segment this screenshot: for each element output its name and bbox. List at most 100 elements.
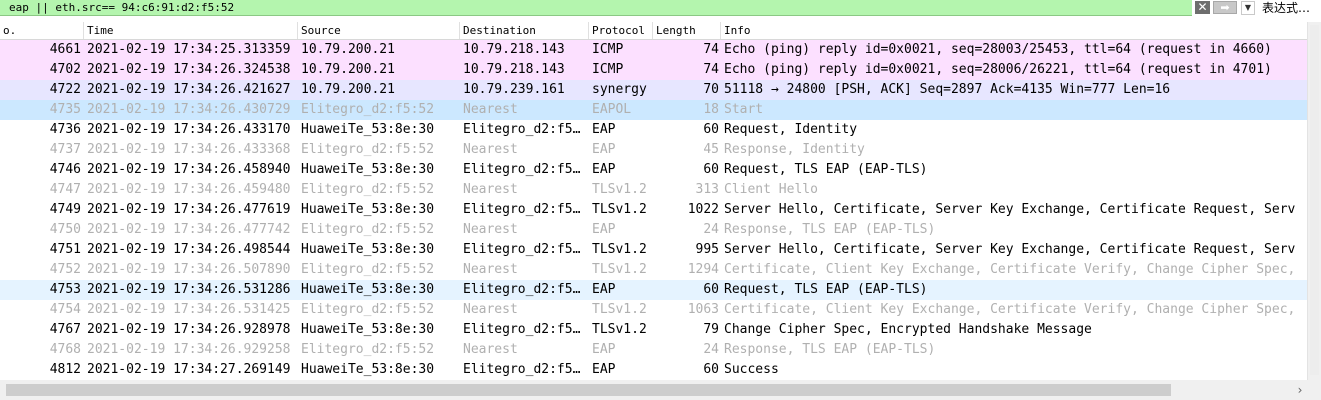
packet-no: 4702 bbox=[49, 62, 81, 77]
packet-time: 2021-02-19 17:34:26.928978 bbox=[87, 322, 291, 337]
column-header-no-label: o. bbox=[3, 24, 17, 37]
packet-row[interactable]: 4702 2021-02-19 17:34:26.324538 10.79.200.… bbox=[0, 60, 1307, 80]
column-header-info[interactable]: Info bbox=[721, 22, 1307, 39]
packet-source: HuaweiTe_53:8e:30 bbox=[301, 162, 435, 177]
packet-no: 4749 bbox=[49, 202, 81, 217]
packet-destination: Elitegro_d2:f5… bbox=[463, 202, 581, 217]
packet-length: 45 bbox=[703, 142, 719, 157]
packet-row[interactable]: 4746 2021-02-19 17:34:26.458940 HuaweiTe_5… bbox=[0, 160, 1307, 180]
packet-destination: Nearest bbox=[463, 262, 518, 277]
packet-row[interactable]: 4747 2021-02-19 17:34:26.459480 Elitegro_d… bbox=[0, 180, 1307, 200]
packet-time: 2021-02-19 17:34:26.433368 bbox=[87, 142, 291, 157]
packet-source: HuaweiTe_53:8e:30 bbox=[301, 282, 435, 297]
packet-no: 4722 bbox=[49, 82, 81, 97]
packet-destination: Elitegro_d2:f5… bbox=[463, 322, 581, 337]
packet-row[interactable]: 4812 2021-02-19 17:34:27.269149 HuaweiTe_5… bbox=[0, 360, 1307, 380]
packet-length: 60 bbox=[703, 282, 719, 297]
packet-source: 10.79.200.21 bbox=[301, 42, 395, 57]
packet-protocol: EAP bbox=[592, 142, 616, 157]
packet-no: 4768 bbox=[49, 342, 81, 357]
packet-time: 2021-02-19 17:34:26.430729 bbox=[87, 102, 291, 117]
horizontal-scrollbar-thumb[interactable] bbox=[6, 384, 1171, 396]
column-header-info-label: Info bbox=[724, 24, 751, 37]
display-filter-text[interactable]: eap || eth.src== 94:c6:91:d2:f5:52 bbox=[9, 1, 234, 15]
clear-filter-button[interactable]: ✕ bbox=[1195, 1, 1210, 14]
column-header-protocol[interactable]: Protocol bbox=[589, 22, 653, 39]
packet-protocol: TLSv1.2 bbox=[592, 182, 647, 197]
packet-info: Success bbox=[724, 362, 779, 377]
packet-length: 18 bbox=[703, 102, 719, 117]
packet-length: 70 bbox=[703, 82, 719, 97]
packet-info: 51118 → 24800 [PSH, ACK] Seq=2897 Ack=41… bbox=[724, 82, 1171, 97]
packet-source: Elitegro_d2:f5:52 bbox=[301, 222, 435, 237]
packet-source: HuaweiTe_53:8e:30 bbox=[301, 242, 435, 257]
packet-destination: Nearest bbox=[463, 222, 518, 237]
packet-source: 10.79.200.21 bbox=[301, 62, 395, 77]
scroll-right-button[interactable]: › bbox=[1292, 382, 1308, 398]
packet-length: 1022 bbox=[687, 202, 719, 217]
packet-destination: 10.79.218.143 bbox=[463, 62, 565, 77]
packet-protocol: EAP bbox=[592, 122, 616, 137]
expression-button[interactable]: 表达式… bbox=[1262, 0, 1310, 16]
packet-time: 2021-02-19 17:34:26.531286 bbox=[87, 282, 291, 297]
arrow-right-icon: ➡ bbox=[1220, 1, 1230, 14]
horizontal-scrollbar[interactable]: › bbox=[0, 380, 1321, 400]
packet-source: Elitegro_d2:f5:52 bbox=[301, 102, 435, 117]
column-header-length[interactable]: Length bbox=[653, 22, 721, 39]
column-header-destination[interactable]: Destination bbox=[460, 22, 589, 39]
packet-no: 4754 bbox=[49, 302, 81, 317]
packet-time: 2021-02-19 17:34:26.477742 bbox=[87, 222, 291, 237]
packet-destination: Elitegro_d2:f5… bbox=[463, 162, 581, 177]
column-header-source[interactable]: Source bbox=[298, 22, 460, 39]
vertical-scrollbar[interactable] bbox=[1307, 22, 1321, 380]
display-filter-toolbar: eap || eth.src== 94:c6:91:d2:f5:52 ✕ ➡ ▼… bbox=[0, 0, 1321, 17]
packet-row[interactable]: 4722 2021-02-19 17:34:26.421627 10.79.200.… bbox=[0, 80, 1307, 100]
packet-row[interactable]: 4752 2021-02-19 17:34:26.507890 Elitegro_d… bbox=[0, 260, 1307, 280]
packet-length: 24 bbox=[703, 222, 719, 237]
packet-length: 24 bbox=[703, 342, 719, 357]
packet-destination: Elitegro_d2:f5… bbox=[463, 362, 581, 377]
packet-destination: Nearest bbox=[463, 102, 518, 117]
packet-row[interactable]: 4736 2021-02-19 17:34:26.433170 HuaweiTe_5… bbox=[0, 120, 1307, 140]
packet-length: 60 bbox=[703, 122, 719, 137]
apply-filter-button[interactable]: ➡ bbox=[1213, 1, 1237, 14]
packet-source: Elitegro_d2:f5:52 bbox=[301, 302, 435, 317]
packet-time: 2021-02-19 17:34:26.507890 bbox=[87, 262, 291, 277]
packet-row[interactable]: 4767 2021-02-19 17:34:26.928978 HuaweiTe_5… bbox=[0, 320, 1307, 340]
column-header-time[interactable]: Time bbox=[84, 22, 298, 39]
close-icon: ✕ bbox=[1197, 0, 1208, 14]
packet-row[interactable]: 4768 2021-02-19 17:34:26.929258 Elitegro_d… bbox=[0, 340, 1307, 360]
packet-destination: Nearest bbox=[463, 302, 518, 317]
packet-length: 79 bbox=[703, 322, 719, 337]
packet-no: 4767 bbox=[49, 322, 81, 337]
packet-row[interactable]: 4749 2021-02-19 17:34:26.477619 HuaweiTe_5… bbox=[0, 200, 1307, 220]
packet-protocol: EAP bbox=[592, 222, 616, 237]
vertical-scrollbar-thumb[interactable] bbox=[1310, 25, 1319, 375]
packet-protocol: EAP bbox=[592, 362, 616, 377]
packet-row[interactable]: 4661 2021-02-19 17:34:25.313359 10.79.200.… bbox=[0, 40, 1307, 60]
packet-time: 2021-02-19 17:34:25.313359 bbox=[87, 42, 291, 57]
packet-destination: Nearest bbox=[463, 342, 518, 357]
packet-source: Elitegro_d2:f5:52 bbox=[301, 262, 435, 277]
packet-row[interactable]: 4737 2021-02-19 17:34:26.433368 Elitegro_d… bbox=[0, 140, 1307, 160]
column-header-time-label: Time bbox=[87, 24, 114, 37]
packet-info: Response, TLS EAP (EAP-TLS) bbox=[724, 222, 936, 237]
packet-length: 1294 bbox=[687, 262, 719, 277]
packet-time: 2021-02-19 17:34:26.531425 bbox=[87, 302, 291, 317]
packet-time: 2021-02-19 17:34:26.324538 bbox=[87, 62, 291, 77]
packet-info: Request, TLS EAP (EAP-TLS) bbox=[724, 162, 928, 177]
packet-time: 2021-02-19 17:34:26.458940 bbox=[87, 162, 291, 177]
packet-row[interactable]: 4753 2021-02-19 17:34:26.531286 HuaweiTe_5… bbox=[0, 280, 1307, 300]
packet-row[interactable]: 4751 2021-02-19 17:34:26.498544 HuaweiTe_5… bbox=[0, 240, 1307, 260]
packet-info: Request, Identity bbox=[724, 122, 858, 137]
packet-list: 4661 2021-02-19 17:34:25.313359 10.79.200.… bbox=[0, 40, 1307, 380]
packet-row[interactable]: 4754 2021-02-19 17:34:26.531425 Elitegro_d… bbox=[0, 300, 1307, 320]
packet-source: Elitegro_d2:f5:52 bbox=[301, 342, 435, 357]
packet-row[interactable]: 4735 2021-02-19 17:34:26.430729 Elitegro_d… bbox=[0, 100, 1307, 120]
packet-source: HuaweiTe_53:8e:30 bbox=[301, 202, 435, 217]
packet-time: 2021-02-19 17:34:27.269149 bbox=[87, 362, 291, 377]
filter-history-dropdown[interactable]: ▼ bbox=[1241, 1, 1255, 15]
packet-row[interactable]: 4750 2021-02-19 17:34:26.477742 Elitegro_d… bbox=[0, 220, 1307, 240]
display-filter-input[interactable]: eap || eth.src== 94:c6:91:d2:f5:52 bbox=[0, 0, 1192, 16]
column-header-no[interactable]: o. bbox=[0, 22, 84, 39]
